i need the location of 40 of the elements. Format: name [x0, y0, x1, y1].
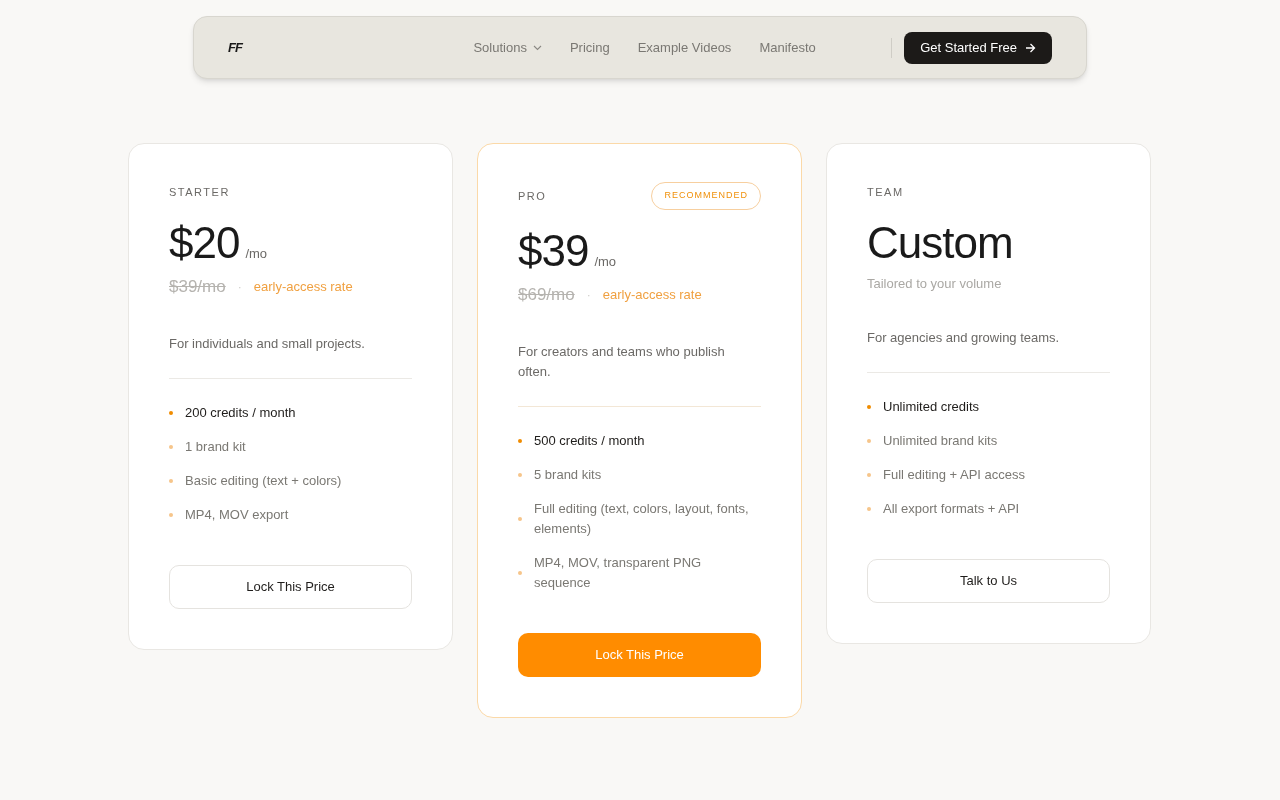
logo[interactable]: FF	[228, 37, 248, 58]
plan-button[interactable]: Lock This Price	[169, 564, 412, 609]
price-period: /mo	[594, 253, 617, 271]
nav-link[interactable]: Pricing	[569, 37, 610, 58]
old-price: $69/mo	[518, 284, 575, 306]
early-access-note: early-access rate	[602, 286, 702, 304]
separator-dot: ·	[586, 286, 591, 304]
feature-text: All export formats + API	[883, 499, 1020, 518]
feature-text: MP4, MOV, transparent PNG sequence	[534, 553, 703, 592]
feature-text: 200 credits / month	[185, 403, 296, 422]
plan-button[interactable]: Talk to Us	[867, 558, 1110, 603]
feature-text: 500 credits / month	[534, 431, 645, 450]
nav-link[interactable]: Example Videos	[637, 37, 732, 58]
price: Custom	[867, 218, 1013, 268]
price: $20	[169, 218, 240, 268]
arrow-right-icon	[1025, 42, 1036, 53]
lock-price-button[interactable]: Lock This Price	[518, 632, 761, 677]
plan-name: PRO	[518, 188, 547, 204]
plan-name: STARTER	[169, 184, 230, 200]
price: $39	[518, 226, 589, 276]
feature-text: MP4, MOV export	[185, 505, 289, 524]
plan-description: For agencies and growing teams.	[867, 327, 1110, 373]
plan-description: For creators and teams who publish often.	[518, 341, 761, 407]
plan-name: TEAM	[867, 184, 904, 200]
plan-subtitle: Tailored to your volume	[867, 275, 1003, 293]
feature-text: 5 brand kits	[534, 465, 602, 484]
early-access-note: early-access rate	[253, 278, 353, 296]
feature-text: 1 brand kit	[185, 437, 246, 456]
get-started-button[interactable]: Get Started Free	[904, 31, 1052, 64]
feature-text: Unlimited brand kits	[883, 431, 998, 450]
plan-description: For individuals and small projects.	[169, 333, 412, 379]
feature-text: Full editing (text, colors, layout, fonts, elements)	[534, 499, 750, 538]
feature-text: Basic editing (text + colors)	[185, 471, 342, 490]
feature-text: Unlimited credits	[883, 397, 980, 416]
nav-link[interactable]: Solutions	[473, 37, 542, 58]
feature-text: Full editing + API access	[883, 465, 1025, 484]
old-price: $39/mo	[169, 276, 226, 298]
price-period: /mo	[245, 245, 268, 263]
separator-dot: ·	[237, 278, 242, 296]
nav-link[interactable]: Manifesto	[759, 37, 816, 58]
